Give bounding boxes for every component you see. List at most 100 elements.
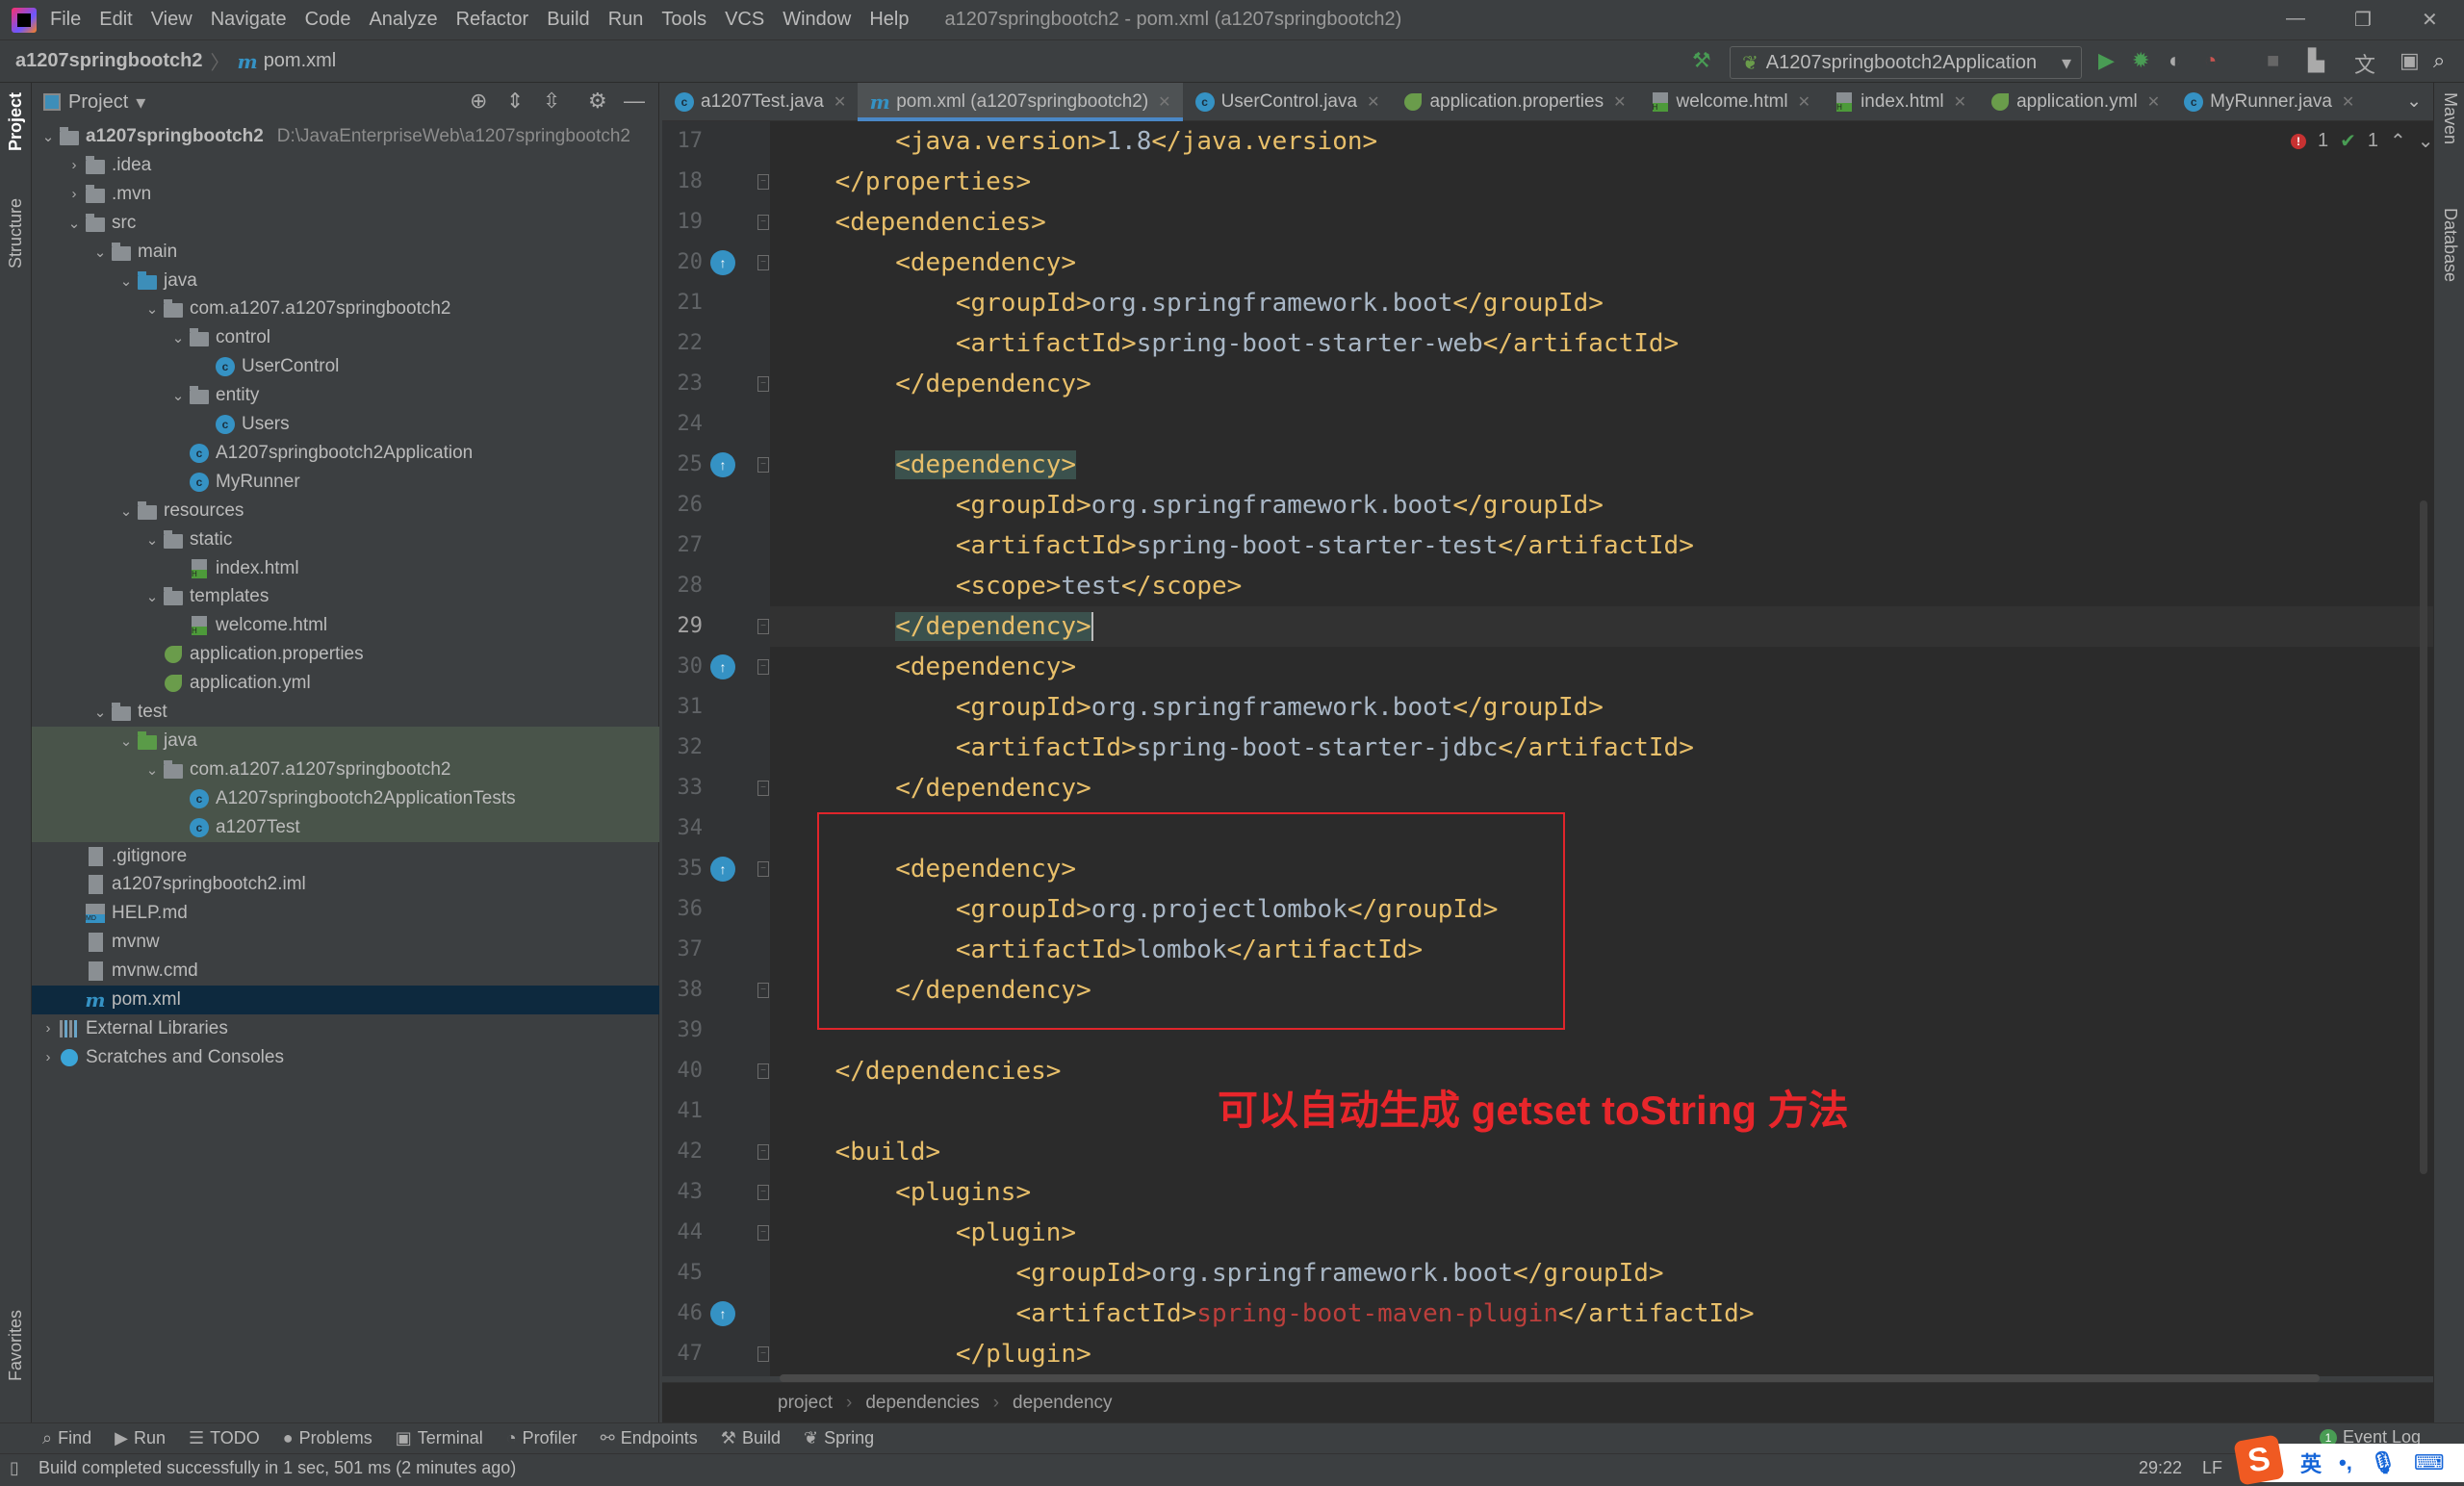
menu-refactor[interactable]: Refactor (456, 9, 529, 31)
tree-item[interactable]: c A1207springbootch2ApplicationTests (32, 783, 659, 813)
menu-edit[interactable]: Edit (99, 9, 132, 31)
nav-file[interactable]: pom.xml (264, 50, 337, 72)
tree-item[interactable]: ⌄ main (32, 238, 659, 267)
menu-navigate[interactable]: Navigate (211, 9, 287, 31)
maven-dependency-gutter-icon[interactable]: ↑ (710, 654, 735, 679)
tree-item[interactable]: ⌄ java (32, 726, 659, 756)
tree-item[interactable]: mvnw.cmd (32, 957, 659, 986)
chevron-down-icon[interactable]: ⌄ (141, 588, 163, 605)
toolwindow-todo[interactable]: ☰ TODO (189, 1428, 260, 1448)
tree-item[interactable]: ⌄ templates (32, 582, 659, 611)
minimize-button[interactable]: — (2286, 8, 2305, 30)
close-tab-icon[interactable]: ✕ (834, 92, 846, 112)
translate-icon[interactable]: 文 (2354, 48, 2375, 79)
tree-item[interactable]: › Scratches and Consoles (32, 1043, 659, 1072)
tree-item[interactable]: c Users (32, 410, 659, 439)
tree-item[interactable]: a1207springbootch2.iml (32, 870, 659, 899)
chevron-right-icon[interactable]: › (38, 1020, 59, 1037)
fold-marker-icon[interactable]: − (757, 861, 769, 877)
horizontal-scrollbar[interactable] (780, 1374, 2320, 1382)
debug-icon[interactable]: ✹ (2132, 48, 2149, 73)
chevron-right-icon[interactable]: › (64, 157, 85, 173)
stop-icon[interactable]: ■ (2267, 48, 2279, 73)
chevron-down-icon[interactable]: ⌄ (141, 300, 163, 318)
close-tab-icon[interactable]: ✕ (2147, 92, 2160, 112)
editor-tab[interactable]: index.html ✕ (1822, 83, 1978, 120)
tree-item[interactable]: ⌄ com.a1207.a1207springbootch2 (32, 755, 659, 784)
chevron-down-icon[interactable]: ⌄ (116, 502, 137, 520)
microphone-icon[interactable]: 🎙 (2370, 1450, 2397, 1475)
build-hammer-icon[interactable]: ⚒ (1692, 48, 1711, 73)
editor-tab[interactable]: application.properties ✕ (1391, 83, 1637, 120)
chevron-down-icon[interactable]: ⌄ (167, 387, 189, 404)
chevron-right-icon[interactable]: › (38, 1049, 59, 1065)
chevron-down-icon[interactable]: ⌄ (141, 761, 163, 779)
tree-item[interactable]: ⌄ static (32, 525, 659, 554)
menu-code[interactable]: Code (305, 9, 351, 31)
tree-item[interactable]: ⌄ java (32, 267, 659, 295)
chevron-down-icon[interactable]: ▾ (136, 90, 145, 115)
fold-marker-icon[interactable]: − (757, 255, 769, 270)
toolwindow-profiler[interactable]: ◔ Profiler (506, 1428, 578, 1448)
tree-item[interactable]: .gitignore (32, 842, 659, 871)
nav-project[interactable]: a1207springbootch2 (15, 50, 203, 72)
editor-tab[interactable]: c a1207Test.java ✕ (662, 83, 858, 120)
fold-marker-icon[interactable]: − (757, 983, 769, 998)
menu-tools[interactable]: Tools (661, 9, 706, 31)
toolwindow-endpoints[interactable]: ⚯ Endpoints (601, 1428, 698, 1448)
toolwindow-problems[interactable]: ● Problems (283, 1428, 372, 1448)
maven-dependency-gutter-icon[interactable]: ↑ (710, 857, 735, 882)
fold-marker-icon[interactable]: − (757, 619, 769, 634)
tree-item[interactable]: › .idea (32, 151, 659, 180)
run-icon[interactable]: ▶ (2098, 48, 2115, 73)
maven-dependency-gutter-icon[interactable]: ↑ (710, 1301, 735, 1326)
chevron-down-icon[interactable]: ⌄ (38, 128, 59, 145)
favorites-tool-tab[interactable]: Favorites (6, 1310, 26, 1381)
chevron-down-icon[interactable]: ⌄ (167, 329, 189, 346)
toolwindow-run[interactable]: ▶ Run (115, 1428, 166, 1448)
chevron-down-icon[interactable]: ⌄ (141, 531, 163, 549)
tree-item[interactable]: HELP.md (32, 899, 659, 928)
menu-run[interactable]: Run (608, 9, 644, 31)
gear-icon[interactable]: ⚙ (588, 89, 607, 114)
tab-list-chevron-icon[interactable]: ⌄ (2395, 83, 2433, 120)
toolwindow-terminal[interactable]: ▣ Terminal (396, 1428, 483, 1448)
breadcrumb-item[interactable]: dependencies (865, 1393, 979, 1414)
toolwindow-build[interactable]: ⚒ Build (721, 1428, 781, 1448)
tree-item[interactable]: ⌄ resources (32, 497, 659, 525)
structure-tool-tab[interactable]: Structure (6, 198, 26, 269)
fold-marker-icon[interactable]: − (757, 376, 769, 392)
maven-tool-tab[interactable]: Maven (2440, 92, 2460, 144)
project-structure-icon[interactable]: ▙ (2308, 48, 2324, 73)
project-view-select[interactable]: Project (68, 91, 128, 114)
vertical-scrollbar[interactable] (2420, 500, 2427, 1174)
chevron-down-icon[interactable]: ⌄ (116, 272, 137, 290)
inspection-indicators[interactable]: ! 1 ✔ 1 ⌃ ⌄ (2291, 129, 2434, 153)
next-highlight-icon[interactable]: ⌄ (2418, 129, 2434, 153)
chevron-right-icon[interactable]: › (64, 186, 85, 202)
fold-marker-icon[interactable]: − (757, 215, 769, 230)
chevron-down-icon[interactable]: ⌄ (90, 243, 111, 261)
maven-dependency-gutter-icon[interactable]: ↑ (710, 250, 735, 275)
profile-icon[interactable]: ◔ (2204, 48, 2217, 73)
status-toggle-icon[interactable]: ▯ (10, 1458, 19, 1478)
tree-item[interactable]: ⌄ control (32, 323, 659, 352)
database-tool-tab[interactable]: Database (2440, 208, 2460, 282)
tree-item[interactable]: application.yml (32, 669, 659, 698)
close-window-button[interactable]: ✕ (2422, 8, 2438, 32)
search-icon[interactable]: ⌕ (2433, 48, 2445, 73)
line-separator[interactable]: LF (2202, 1458, 2222, 1478)
terminal-window-icon[interactable]: ▣ (2400, 48, 2420, 73)
chevron-down-icon[interactable]: ⌄ (64, 215, 85, 232)
expand-all-icon[interactable]: ⇕ (506, 89, 524, 114)
hide-panel-icon[interactable]: — (624, 89, 645, 114)
collapse-all-icon[interactable]: ⇳ (543, 89, 560, 114)
fold-marker-icon[interactable]: − (757, 1063, 769, 1079)
menu-view[interactable]: View (151, 9, 192, 31)
tree-item[interactable]: mvnw (32, 928, 659, 957)
tree-item[interactable]: application.properties (32, 640, 659, 669)
toolwindow-spring[interactable]: ❦ Spring (804, 1428, 874, 1448)
close-tab-icon[interactable]: ✕ (1954, 92, 1966, 112)
fold-marker-icon[interactable]: − (757, 457, 769, 473)
previous-highlight-icon[interactable]: ⌃ (2390, 129, 2406, 153)
